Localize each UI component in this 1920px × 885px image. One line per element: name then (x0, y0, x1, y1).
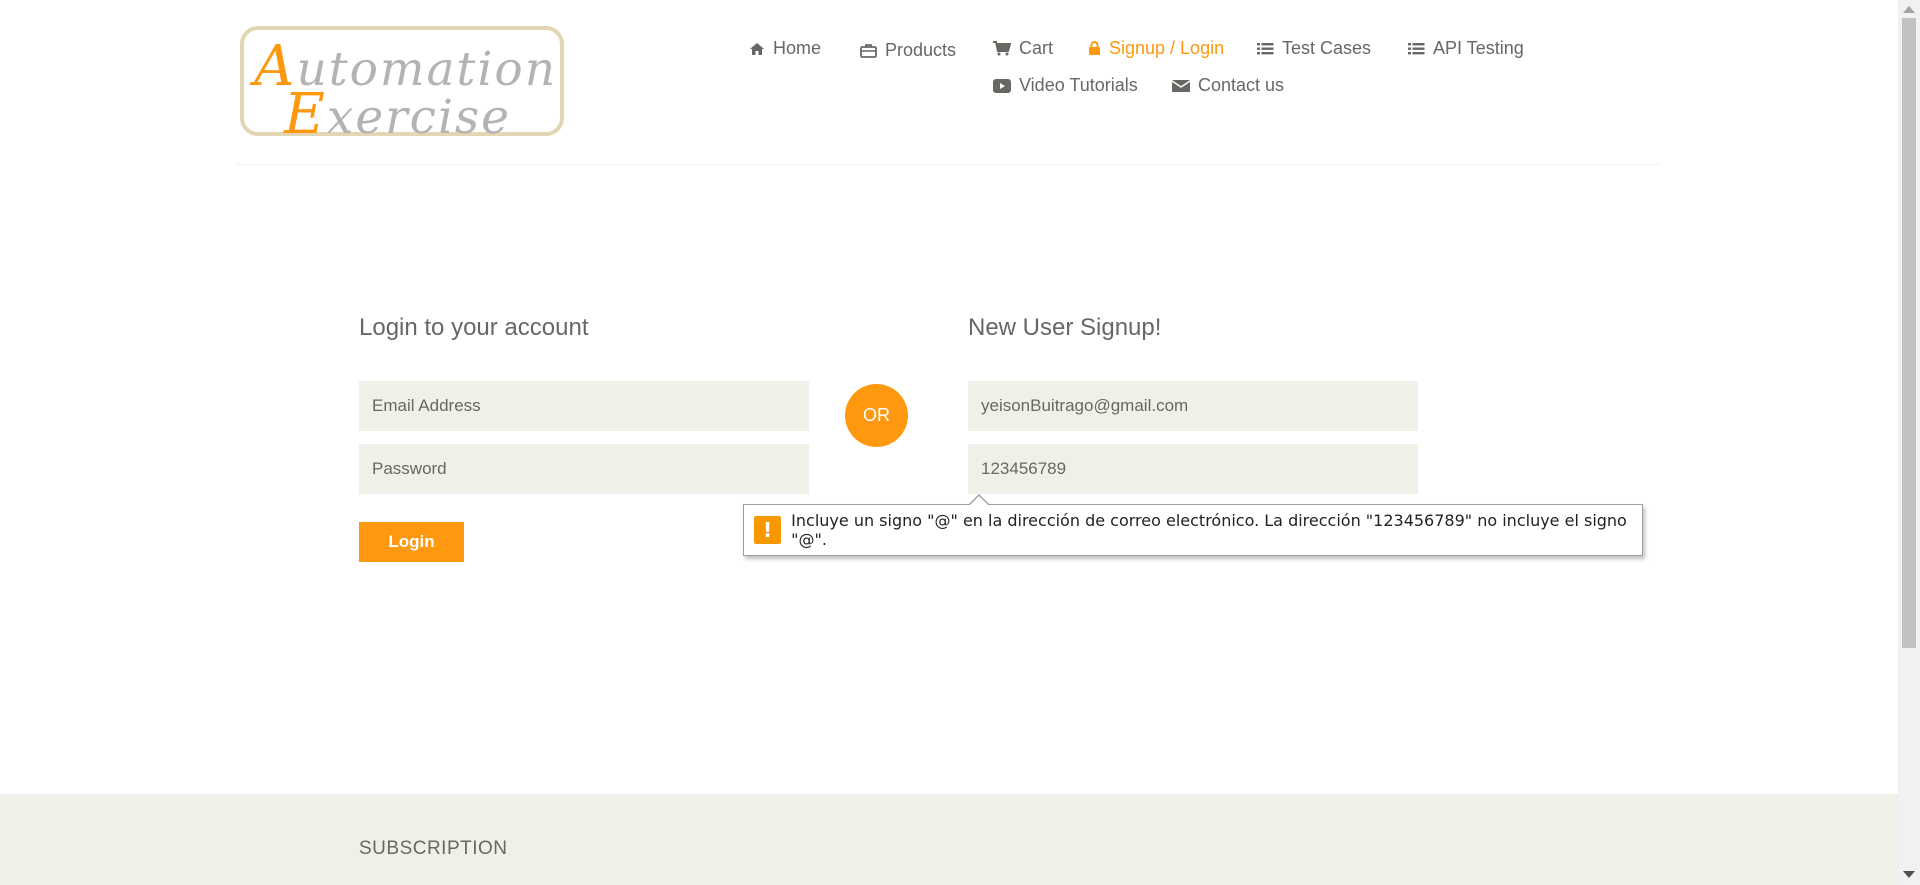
warning-icon: ! (754, 516, 782, 544)
nav-contact-us[interactable]: Contact us (1172, 75, 1284, 96)
validation-message: Incluye un signo "@" en la dirección de … (791, 511, 1627, 549)
nav-cart[interactable]: Cart (993, 38, 1053, 59)
signup-title: New User Signup! (968, 314, 1162, 341)
list-icon (1408, 42, 1425, 54)
scrollbar-thumb[interactable] (1902, 18, 1916, 648)
scroll-down-arrow-icon[interactable] (1903, 871, 1915, 878)
footer (0, 794, 1898, 885)
nav-home[interactable]: Home (749, 38, 821, 59)
signup-name-input[interactable] (968, 381, 1418, 431)
header-divider (236, 164, 1660, 165)
nav-test-cases-label: Test Cases (1282, 38, 1372, 58)
nav-cart-label: Cart (1019, 38, 1054, 58)
list-icon (1257, 42, 1274, 54)
login-password-input[interactable] (359, 444, 809, 494)
nav-products[interactable]: Products (860, 40, 956, 61)
cart-icon (993, 41, 1011, 56)
envelope-icon (1172, 79, 1190, 92)
login-button[interactable]: Login (359, 522, 464, 562)
nav-products-label: Products (885, 40, 957, 60)
youtube-play-icon (993, 78, 1011, 93)
nav-video-tutorials-label: Video Tutorials (1019, 75, 1138, 95)
nav-api-testing[interactable]: API Testing (1408, 38, 1524, 59)
signup-email-input[interactable] (968, 444, 1418, 494)
nav-signup-login[interactable]: Signup / Login (1088, 38, 1224, 59)
logo-text-exercise: xercise (326, 90, 511, 145)
logo-cap-e: E (284, 82, 327, 147)
login-title: Login to your account (359, 314, 589, 341)
lock-icon (1089, 41, 1100, 55)
nav-api-testing-label: API Testing (1433, 38, 1524, 58)
nav-home-label: Home (773, 38, 822, 58)
subscription-title: SUBSCRIPTION (359, 838, 508, 859)
briefcase-icon (860, 44, 877, 58)
nav-contact-us-label: Contact us (1198, 75, 1285, 95)
tooltip-arrow-fill (969, 496, 989, 506)
logo-line-2: Exercise (284, 82, 511, 147)
nav-test-cases[interactable]: Test Cases (1257, 38, 1371, 59)
or-badge: OR (845, 384, 908, 447)
nav-video-tutorials[interactable]: Video Tutorials (993, 75, 1138, 96)
scroll-up-arrow-icon[interactable] (1903, 6, 1915, 13)
home-icon (750, 42, 764, 55)
nav-signup-login-label: Signup / Login (1109, 38, 1225, 58)
login-email-input[interactable] (359, 381, 809, 431)
validation-tooltip: ! Incluye un signo "@" en la dirección d… (743, 504, 1643, 556)
site-logo[interactable]: Automation Exercise (240, 26, 564, 147)
